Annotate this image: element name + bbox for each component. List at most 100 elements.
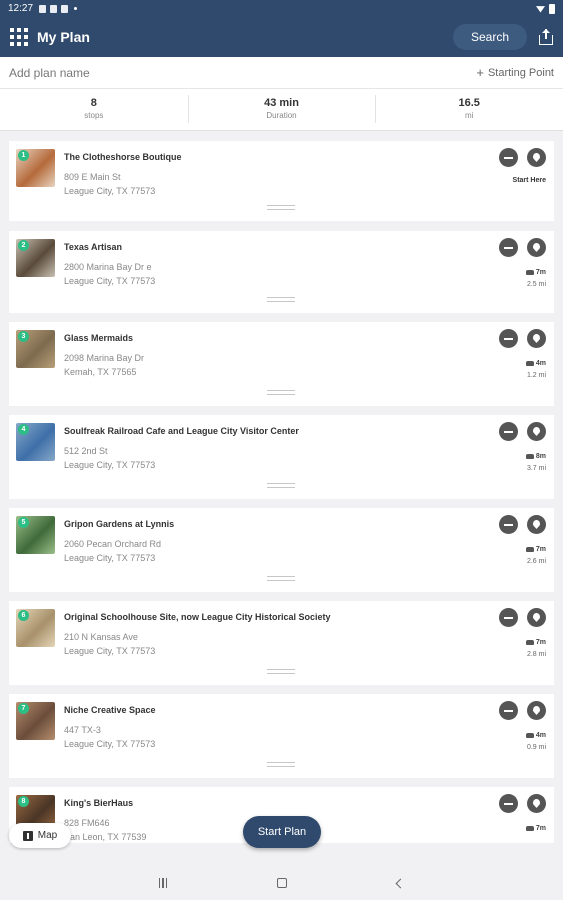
drag-handle[interactable] [267,576,295,581]
car-icon [525,269,534,275]
plan-name-input[interactable]: Add plan name [9,66,90,80]
travel-info: 7m 2.8 mi [525,637,546,661]
travel-info: 4m 1.2 mi [525,358,546,382]
car-icon [525,453,534,459]
stop-address: 512 2nd St League City, TX 77573 [64,444,155,472]
travel-distance: 0.9 mi [526,744,546,751]
map-pin-icon [533,427,540,436]
remove-stop-button[interactable] [499,794,518,813]
stop-number-badge: 3 [18,331,29,342]
travel-distance: 3.7 mi [526,465,546,472]
drag-handle[interactable] [267,297,295,302]
address-line-2: Kemah, TX 77565 [64,367,137,377]
stop-address: 447 TX-3 League City, TX 77573 [64,723,155,751]
map-pin-button[interactable] [527,329,546,348]
car-icon [525,825,534,831]
travel-info: 4m 0.9 mi [525,730,546,754]
start-plan-button[interactable]: Start Plan [243,816,321,848]
remove-stop-button[interactable] [499,422,518,441]
travel-time: 8m [535,453,546,460]
travel-time: 4m [535,732,546,739]
status-time: 12:27 [8,3,34,14]
stop-card[interactable]: 1 The Clotheshorse Boutique 809 E Main S… [9,141,554,221]
stat-value: 16.5 [458,97,480,109]
minus-icon [504,337,513,340]
car-icon [525,732,534,738]
starting-point-button[interactable]: + Starting Point [476,65,554,80]
stat-value: 8 [90,97,97,109]
travel-time: 7m [535,825,546,832]
sync-icon [61,4,69,13]
share-icon[interactable] [539,29,553,45]
remove-stop-button[interactable] [499,329,518,348]
stop-name[interactable]: Glass Mermaids [64,333,133,343]
stop-name[interactable]: The Clotheshorse Boutique [64,152,182,162]
search-button[interactable]: Search [453,24,527,50]
address-line-1: 2060 Pecan Orchard Rd [64,539,162,549]
stop-name[interactable]: Original Schoolhouse Site, now League Ci… [64,612,331,622]
stop-name[interactable]: Niche Creative Space [64,705,156,715]
address-line-1: 809 E Main St [64,172,121,182]
map-pin-button[interactable] [527,148,546,167]
stop-card[interactable]: 7 Niche Creative Space 447 TX-3 League C… [9,694,554,778]
remove-stop-button[interactable] [499,515,518,534]
stop-address: 210 N Kansas Ave League City, TX 77573 [64,630,155,658]
minus-icon [504,156,513,159]
page-title: My Plan [37,29,90,45]
stop-name[interactable]: Soulfreak Railroad Cafe and League City … [64,426,299,436]
stat-stops: 8 stops [0,89,188,130]
home-icon[interactable] [277,878,288,888]
notification-icon [50,4,58,13]
starting-point-label: Starting Point [487,66,554,79]
back-icon[interactable] [395,878,406,888]
remove-stop-button[interactable] [499,148,518,167]
recents-icon[interactable] [158,878,168,888]
travel-info: 7m 2.6 mi [525,544,546,568]
stat-label: Duration [266,111,297,120]
apps-grid-icon[interactable] [10,28,28,46]
plus-icon: + [476,65,484,80]
map-pin-icon [533,706,540,715]
map-pin-button[interactable] [527,422,546,441]
more-notifications-dot [74,7,78,10]
map-button[interactable]: Map [9,823,71,848]
travel-info: 7m [525,823,546,835]
drag-handle[interactable] [267,390,295,395]
stop-card[interactable]: 5 Gripon Gardens at Lynnis 2060 Pecan Or… [9,508,554,592]
stop-name[interactable]: Texas Artisan [64,242,122,252]
address-line-2: League City, TX 77573 [64,186,156,196]
drag-handle[interactable] [267,669,295,674]
minus-icon [504,709,513,712]
minus-icon [504,430,513,433]
stop-card[interactable]: 4 Soulfreak Railroad Cafe and League Cit… [9,415,554,499]
map-pin-button[interactable] [527,238,546,257]
map-pin-button[interactable] [527,608,546,627]
stop-list[interactable]: 1 The Clotheshorse Boutique 809 E Main S… [0,131,563,843]
minus-icon [504,523,513,526]
stop-number-badge: 2 [18,240,29,251]
map-pin-button[interactable] [527,794,546,813]
stop-name[interactable]: Gripon Gardens at Lynnis [64,519,174,529]
minus-icon [504,246,513,249]
car-icon [525,546,534,552]
remove-stop-button[interactable] [499,238,518,257]
address-line-2: League City, TX 77573 [64,739,156,749]
stop-card[interactable]: 3 Glass Mermaids 2098 Marina Bay Dr Kema… [9,322,554,406]
map-pin-button[interactable] [527,701,546,720]
stop-address: 2060 Pecan Orchard Rd League City, TX 77… [64,537,161,565]
remove-stop-button[interactable] [499,608,518,627]
remove-stop-button[interactable] [499,701,518,720]
address-line-1: 512 2nd St [64,446,108,456]
stop-card[interactable]: 2 Texas Artisan 2800 Marina Bay Dr e Lea… [9,231,554,313]
map-button-label: Map [37,830,58,841]
drag-handle[interactable] [267,205,295,210]
map-pin-button[interactable] [527,515,546,534]
address-line-1: 2800 Marina Bay Dr e [64,262,152,272]
drag-handle[interactable] [267,762,295,767]
stop-card[interactable]: 6 Original Schoolhouse Site, now League … [9,601,554,685]
stop-name[interactable]: King's BierHaus [64,798,133,808]
travel-time: 7m [535,269,546,276]
drag-handle[interactable] [267,483,295,488]
address-line-1: 828 FM646 [64,818,110,828]
car-icon [525,360,534,366]
